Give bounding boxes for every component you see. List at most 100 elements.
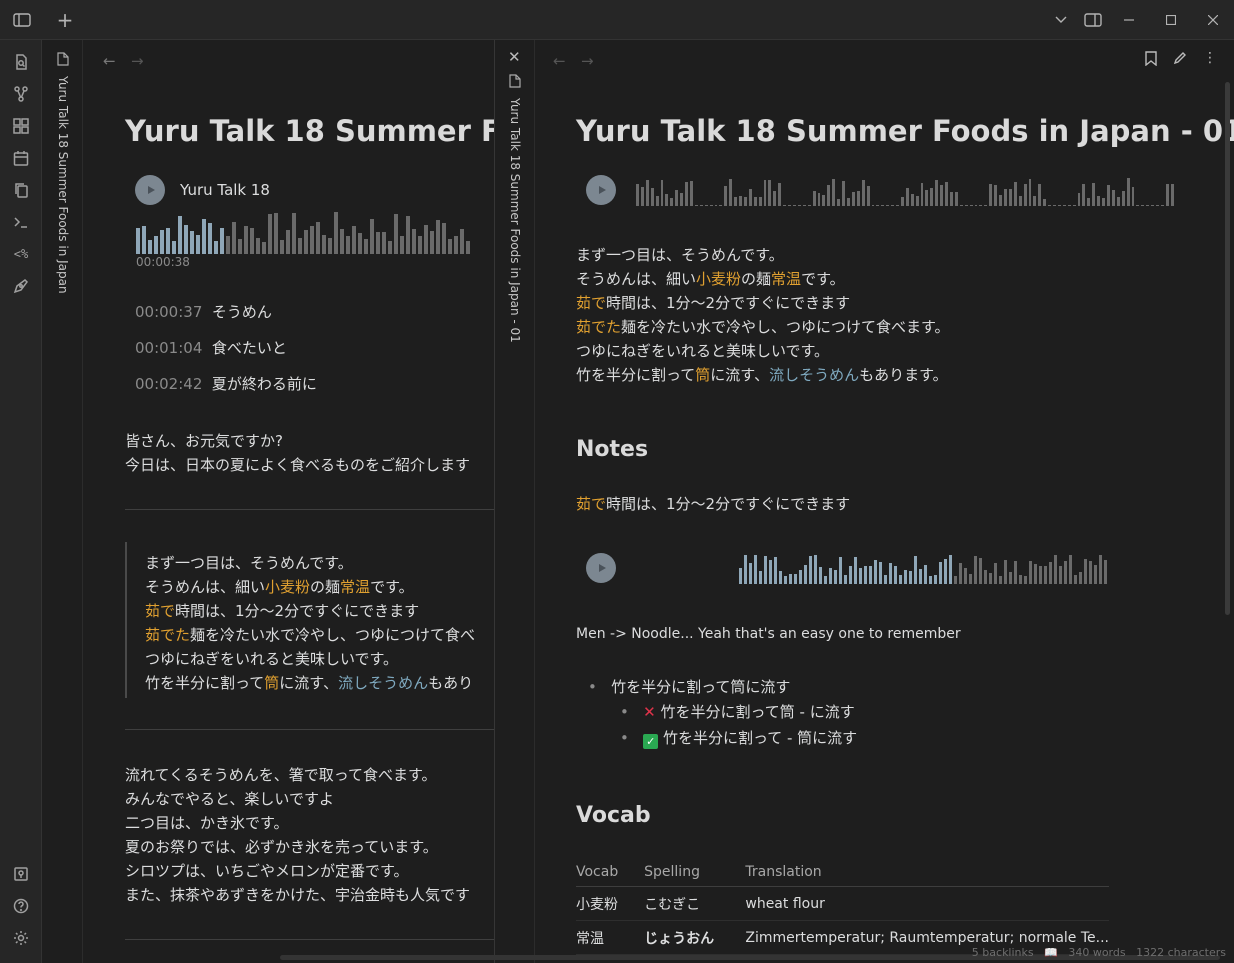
cross-mark-icon: ✕	[643, 703, 656, 721]
waveform-bar	[886, 205, 890, 206]
left-play-button[interactable]	[135, 175, 165, 205]
clip-waveform[interactable]	[739, 552, 1119, 584]
waveform-bar	[704, 205, 708, 206]
quick-switcher-icon[interactable]	[11, 52, 31, 72]
divider	[125, 729, 494, 730]
back-arrow-icon[interactable]: ←	[103, 52, 116, 70]
waveform-bar	[645, 180, 649, 206]
vocab-cell: 常温	[576, 920, 645, 955]
right-page-title: Yuru Talk 18 Summer Foods in Japan - 01	[576, 114, 1234, 148]
left-audio-track-name: Yuru Talk 18	[180, 181, 270, 199]
waveform-bar	[959, 563, 962, 584]
waveform-bar	[748, 189, 752, 206]
waveform-bar	[719, 205, 723, 206]
vault-icon[interactable]	[11, 864, 31, 884]
minimize-icon[interactable]	[1116, 8, 1142, 32]
waveform-bar	[759, 571, 762, 584]
reading-view-icon[interactable]: 📖	[1044, 946, 1058, 959]
right-play-button[interactable]	[586, 175, 616, 205]
waveform-bar	[1014, 561, 1017, 584]
waveform-bar	[250, 228, 254, 254]
waveform-bar	[794, 574, 797, 584]
waveform-bar	[919, 569, 922, 584]
waveform-bar	[226, 236, 230, 254]
waveform-bar	[889, 563, 892, 584]
waveform-bar	[930, 188, 934, 206]
copy-icon[interactable]	[11, 180, 31, 200]
close-tab-icon[interactable]: ✕	[508, 48, 521, 66]
forward-arrow-icon[interactable]: →	[581, 52, 594, 70]
timestamp-item[interactable]: 00:02:42 夏が終わる前に	[135, 372, 317, 396]
edit-pencil-icon[interactable]	[1173, 51, 1187, 69]
back-arrow-icon[interactable]: ←	[553, 52, 566, 70]
body-line: そうめんは、細い小麦粉の麺常温です。	[576, 270, 845, 288]
backlinks-count[interactable]: 5 backlinks	[972, 946, 1034, 959]
waveform-bar	[774, 557, 777, 584]
list-item: • ✕ 竹を半分に割って筒 - に流す	[620, 703, 855, 721]
waveform-bar	[680, 193, 684, 206]
calendar-icon[interactable]	[11, 148, 31, 168]
waveform-bar	[352, 226, 356, 254]
waveform-bar	[891, 205, 895, 206]
title-bar: +	[0, 0, 1234, 40]
settings-gear-icon[interactable]	[11, 928, 31, 948]
waveform-bar	[1004, 560, 1007, 584]
body-line: 茹でた麺を冷たい水で冷やし、つゆにつけて食べます。	[576, 318, 950, 336]
clip-play-button[interactable]	[586, 553, 616, 583]
table-header-row: Vocab Spelling Translation	[576, 858, 1109, 887]
new-tab-icon[interactable]: +	[52, 8, 78, 32]
bookmark-icon[interactable]	[1145, 51, 1157, 70]
waveform-bar	[768, 180, 772, 206]
waveform-bar	[989, 573, 992, 584]
right-stacked-tab[interactable]: ✕ Yuru Talk 18 Summer Foods in Japan - 0…	[495, 40, 535, 963]
terminal-icon[interactable]	[11, 212, 31, 232]
waveform-bar	[954, 192, 958, 206]
body-line: 竹を半分に割って筒に流す、流しそうめんもあります。	[576, 366, 948, 384]
timestamp-item[interactable]: 00:00:37 そうめん	[135, 300, 272, 324]
waveform-bar	[789, 574, 792, 584]
sidebar-toggle-icon[interactable]	[9, 8, 35, 32]
waveform-bar	[817, 193, 821, 206]
canvas-icon[interactable]	[11, 116, 31, 136]
waveform-bar	[286, 230, 290, 254]
left-stacked-tab[interactable]: Yuru Talk 18 Summer Foods in Japan	[43, 40, 83, 963]
waveform-bar	[804, 565, 807, 584]
waveform-bar	[769, 560, 772, 584]
waveform-bar	[262, 242, 266, 254]
help-icon[interactable]	[11, 896, 31, 916]
waveform-bar	[220, 228, 224, 254]
waveform-bar	[1062, 205, 1066, 206]
waveform-bar	[382, 232, 386, 254]
chevron-down-icon[interactable]	[1048, 8, 1074, 32]
waveform-bar	[949, 555, 952, 584]
waveform-bar	[1013, 182, 1017, 206]
right-sidebar-toggle-icon[interactable]	[1080, 8, 1106, 32]
waveform-bar	[364, 239, 368, 254]
waveform-bar	[920, 183, 924, 206]
maximize-icon[interactable]	[1158, 8, 1184, 32]
pen-icon[interactable]	[11, 276, 31, 296]
right-waveform[interactable]	[636, 172, 1176, 206]
waveform-bar	[1121, 191, 1125, 206]
waveform-bar	[1023, 184, 1027, 206]
waveform-bar	[322, 235, 326, 254]
waveform-bar	[894, 566, 897, 584]
waveform-bar	[1156, 205, 1159, 206]
vertical-scrollbar[interactable]	[1225, 82, 1230, 615]
waveform-bar	[406, 216, 410, 254]
waveform-bar	[1082, 184, 1086, 206]
left-waveform[interactable]	[136, 210, 494, 254]
more-options-icon[interactable]: ⋮	[1203, 50, 1217, 66]
waveform-bar	[274, 213, 278, 254]
graph-view-icon[interactable]	[11, 84, 31, 104]
waveform-bar	[1053, 205, 1056, 206]
forward-arrow-icon[interactable]: →	[131, 52, 144, 70]
waveform-bar	[915, 196, 919, 206]
timestamp-item[interactable]: 00:01:04 食べたいと	[135, 336, 287, 360]
waveform-bar	[709, 205, 713, 206]
waveform-bar	[829, 568, 832, 584]
templater-icon[interactable]: <%	[11, 244, 31, 264]
waveform-bar	[1087, 198, 1091, 206]
close-window-icon[interactable]	[1200, 8, 1226, 32]
waveform-bar	[896, 205, 899, 206]
